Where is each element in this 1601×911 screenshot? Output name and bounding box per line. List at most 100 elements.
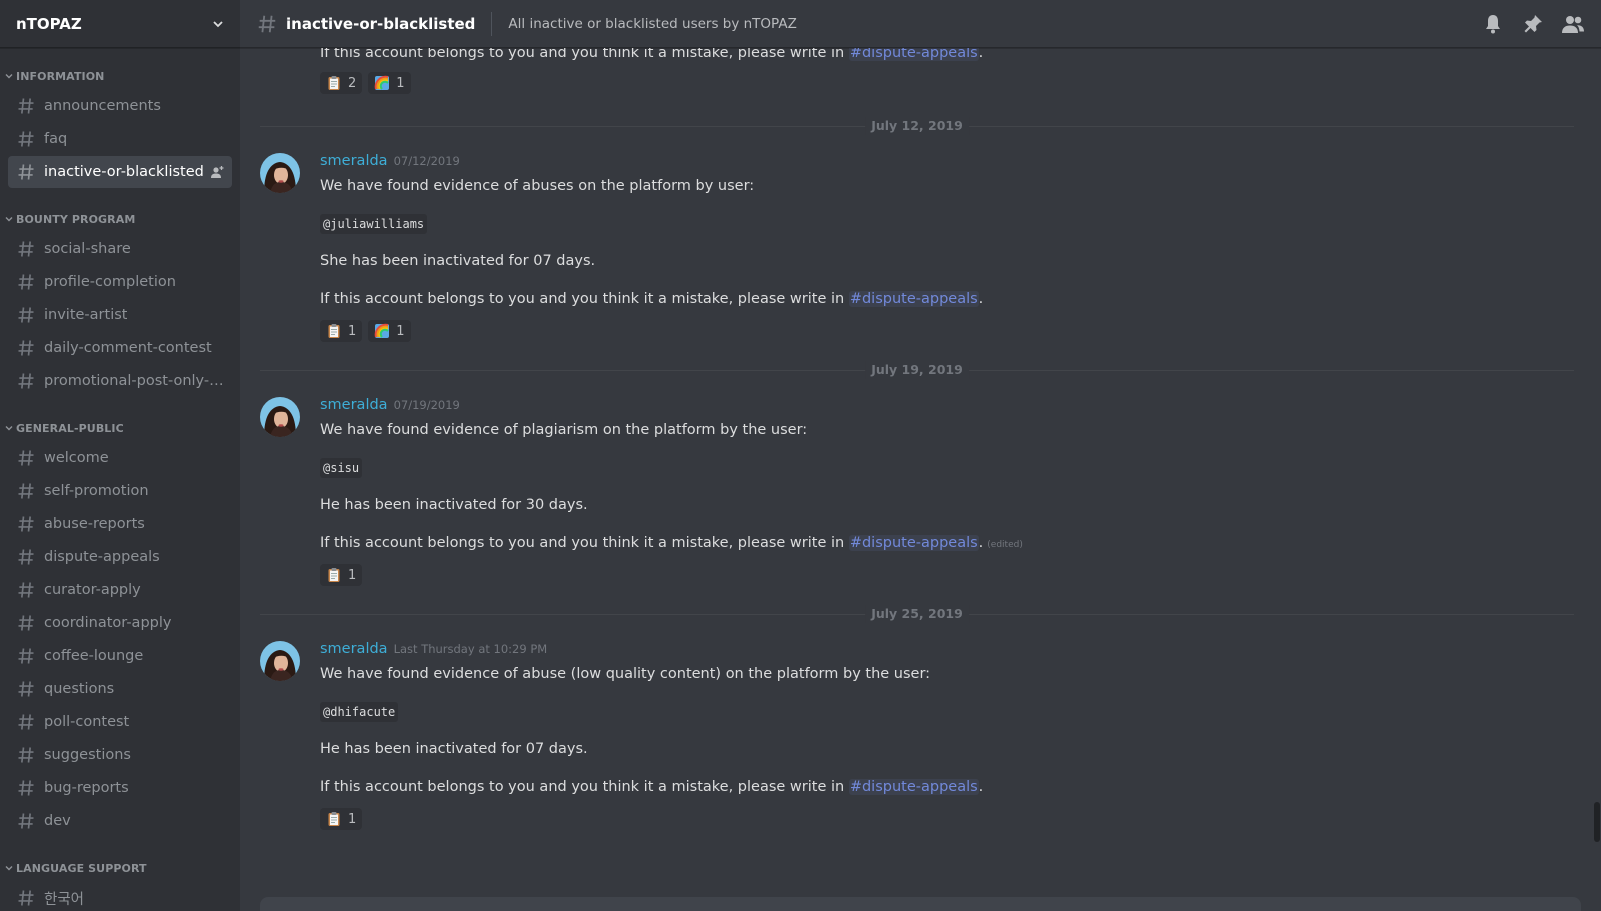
scrollbar-thumb[interactable] (1594, 802, 1600, 842)
sidebar-item-2-7[interactable]: questions (8, 673, 232, 705)
sidebar-item-3-0[interactable]: 한국어 (8, 882, 232, 911)
avatar[interactable] (260, 641, 300, 681)
sidebar-item-2-5[interactable]: coordinator-apply (8, 607, 232, 639)
channel-label: announcements (44, 98, 161, 114)
sidebar-item-2-9[interactable]: suggestions (8, 739, 232, 771)
invite-icon[interactable] (210, 165, 224, 179)
channel-label: abuse-reports (44, 516, 145, 532)
user-handle-code: @dhifacute (320, 702, 399, 722)
message-intro: We have found evidence of abuse (low qua… (320, 666, 931, 682)
appeal-text: If this account belongs to you and you t… (320, 48, 983, 64)
reaction-bar: 21 (320, 72, 983, 94)
channel-label: inactive-or-blacklisted (44, 164, 204, 180)
channel-mention[interactable]: #dispute-appeals (848, 48, 979, 61)
hash-icon (18, 813, 34, 829)
channel-label: poll-contest (44, 714, 130, 730)
sidebar-item-2-3[interactable]: dispute-appeals (8, 541, 232, 573)
reaction-button[interactable]: 1 (368, 72, 411, 94)
chevron-down-icon (5, 74, 13, 79)
channel-label: daily-comment-contest (44, 340, 212, 356)
channel-topic: All inactive or blacklisted users by nTO… (508, 15, 797, 32)
sidebar-item-2-6[interactable]: coffee-lounge (8, 640, 232, 672)
category-header[interactable]: BOUNTY PROGRAM (4, 209, 240, 229)
channel-label: questions (44, 681, 115, 697)
reaction-count: 1 (348, 323, 357, 339)
channel-mention[interactable]: #dispute-appeals (848, 291, 979, 307)
hash-icon (18, 615, 34, 631)
rainbow-icon (375, 75, 390, 90)
message: smeralda 07/12/2019 We have found evidence… (260, 153, 1581, 342)
rainbow-icon (375, 323, 390, 338)
sidebar-item-2-11[interactable]: dev (8, 805, 232, 837)
sidebar-item-2-1[interactable]: self-promotion (8, 475, 232, 507)
hash-icon (18, 681, 34, 697)
reaction-bar: 11 (320, 320, 1581, 342)
clipboard-icon (328, 324, 340, 338)
reaction-button[interactable]: 1 (320, 320, 363, 342)
server-header[interactable]: nTOPAZ (0, 0, 240, 48)
hash-icon (18, 307, 34, 323)
username[interactable]: smeralda (320, 397, 388, 413)
avatar[interactable] (260, 397, 300, 437)
username[interactable]: smeralda (320, 153, 388, 169)
reaction-button[interactable]: 1 (320, 564, 363, 586)
channel-title: inactive-or-blacklisted (286, 14, 476, 33)
channel-label: coffee-lounge (44, 648, 144, 664)
channel-mention[interactable]: #dispute-appeals (848, 779, 979, 795)
sidebar-item-1-0[interactable]: social-share (8, 233, 232, 265)
appeal-text: If this account belongs to you and you t… (320, 288, 1581, 312)
sidebar-item-2-2[interactable]: abuse-reports (8, 508, 232, 540)
inactivation-duration: She has been inactivated for 07 days. (320, 253, 596, 269)
hash-icon (18, 98, 34, 114)
hash-icon (18, 274, 34, 290)
username[interactable]: smeralda (320, 641, 388, 657)
sidebar-item-2-4[interactable]: curator-apply (8, 574, 232, 606)
sidebar-item-1-2[interactable]: invite-artist (8, 299, 232, 331)
chevron-down-icon (213, 20, 223, 27)
appeal-text-after: . (978, 535, 984, 551)
category-header[interactable]: LANGUAGE SUPPORT (4, 858, 240, 878)
channel-list: INFORMATION announcements faq inactive-or-b… (0, 48, 240, 911)
hash-icon (18, 582, 34, 598)
clipboard-icon (328, 76, 340, 90)
reaction-bar: 1 (320, 564, 1581, 586)
sidebar-item-2-8[interactable]: poll-contest (8, 706, 232, 738)
reaction-button[interactable]: 1 (320, 808, 363, 830)
message-composer[interactable] (260, 897, 1581, 911)
message-intro: We have found evidence of plagiarism on … (320, 422, 808, 438)
appeal-text-after: . (978, 779, 984, 795)
sidebar-item-1-1[interactable]: profile-completion (8, 266, 232, 298)
reaction-count: 2 (348, 75, 357, 91)
pin-icon[interactable] (1521, 12, 1545, 36)
sidebar-item-2-0[interactable]: welcome (8, 442, 232, 474)
chevron-down-icon (5, 866, 13, 871)
topic-divider (491, 11, 493, 36)
date-divider: July 25, 2019 (260, 605, 1574, 623)
channel-label: curator-apply (44, 582, 141, 598)
sidebar-item-0-0[interactable]: announcements (8, 90, 232, 122)
sidebar-item-0-1[interactable]: faq (8, 123, 232, 155)
avatar[interactable] (260, 153, 300, 193)
hash-icon (18, 516, 34, 532)
sidebar-item-0-2[interactable]: inactive-or-blacklisted (8, 156, 232, 188)
channel-sidebar: nTOPAZ INFORMATION announcements faq inacti… (0, 0, 240, 911)
category-header[interactable]: GENERAL-PUBLIC (4, 418, 240, 438)
timestamp: Last Thursday at 10:29 PM (393, 642, 548, 656)
reaction-count: 1 (348, 811, 357, 827)
channel-label: dispute-appeals (44, 549, 160, 565)
user-handle-code: @sisu (320, 458, 363, 478)
reaction-button[interactable]: 1 (368, 320, 411, 342)
channel-label: suggestions (44, 747, 131, 763)
category-header[interactable]: INFORMATION (4, 66, 240, 86)
sidebar-item-1-4[interactable]: promotional-post-only-f... (8, 365, 232, 397)
sidebar-item-2-10[interactable]: bug-reports (8, 772, 232, 804)
hash-icon (258, 15, 276, 32)
reaction-button[interactable]: 2 (320, 72, 363, 94)
members-icon[interactable] (1561, 12, 1585, 36)
channel-label: welcome (44, 450, 109, 466)
hash-icon (18, 890, 34, 906)
channel-mention[interactable]: #dispute-appeals (848, 535, 979, 551)
bell-icon[interactable] (1481, 12, 1505, 36)
sidebar-item-1-3[interactable]: daily-comment-contest (8, 332, 232, 364)
server-name: nTOPAZ (16, 14, 82, 33)
